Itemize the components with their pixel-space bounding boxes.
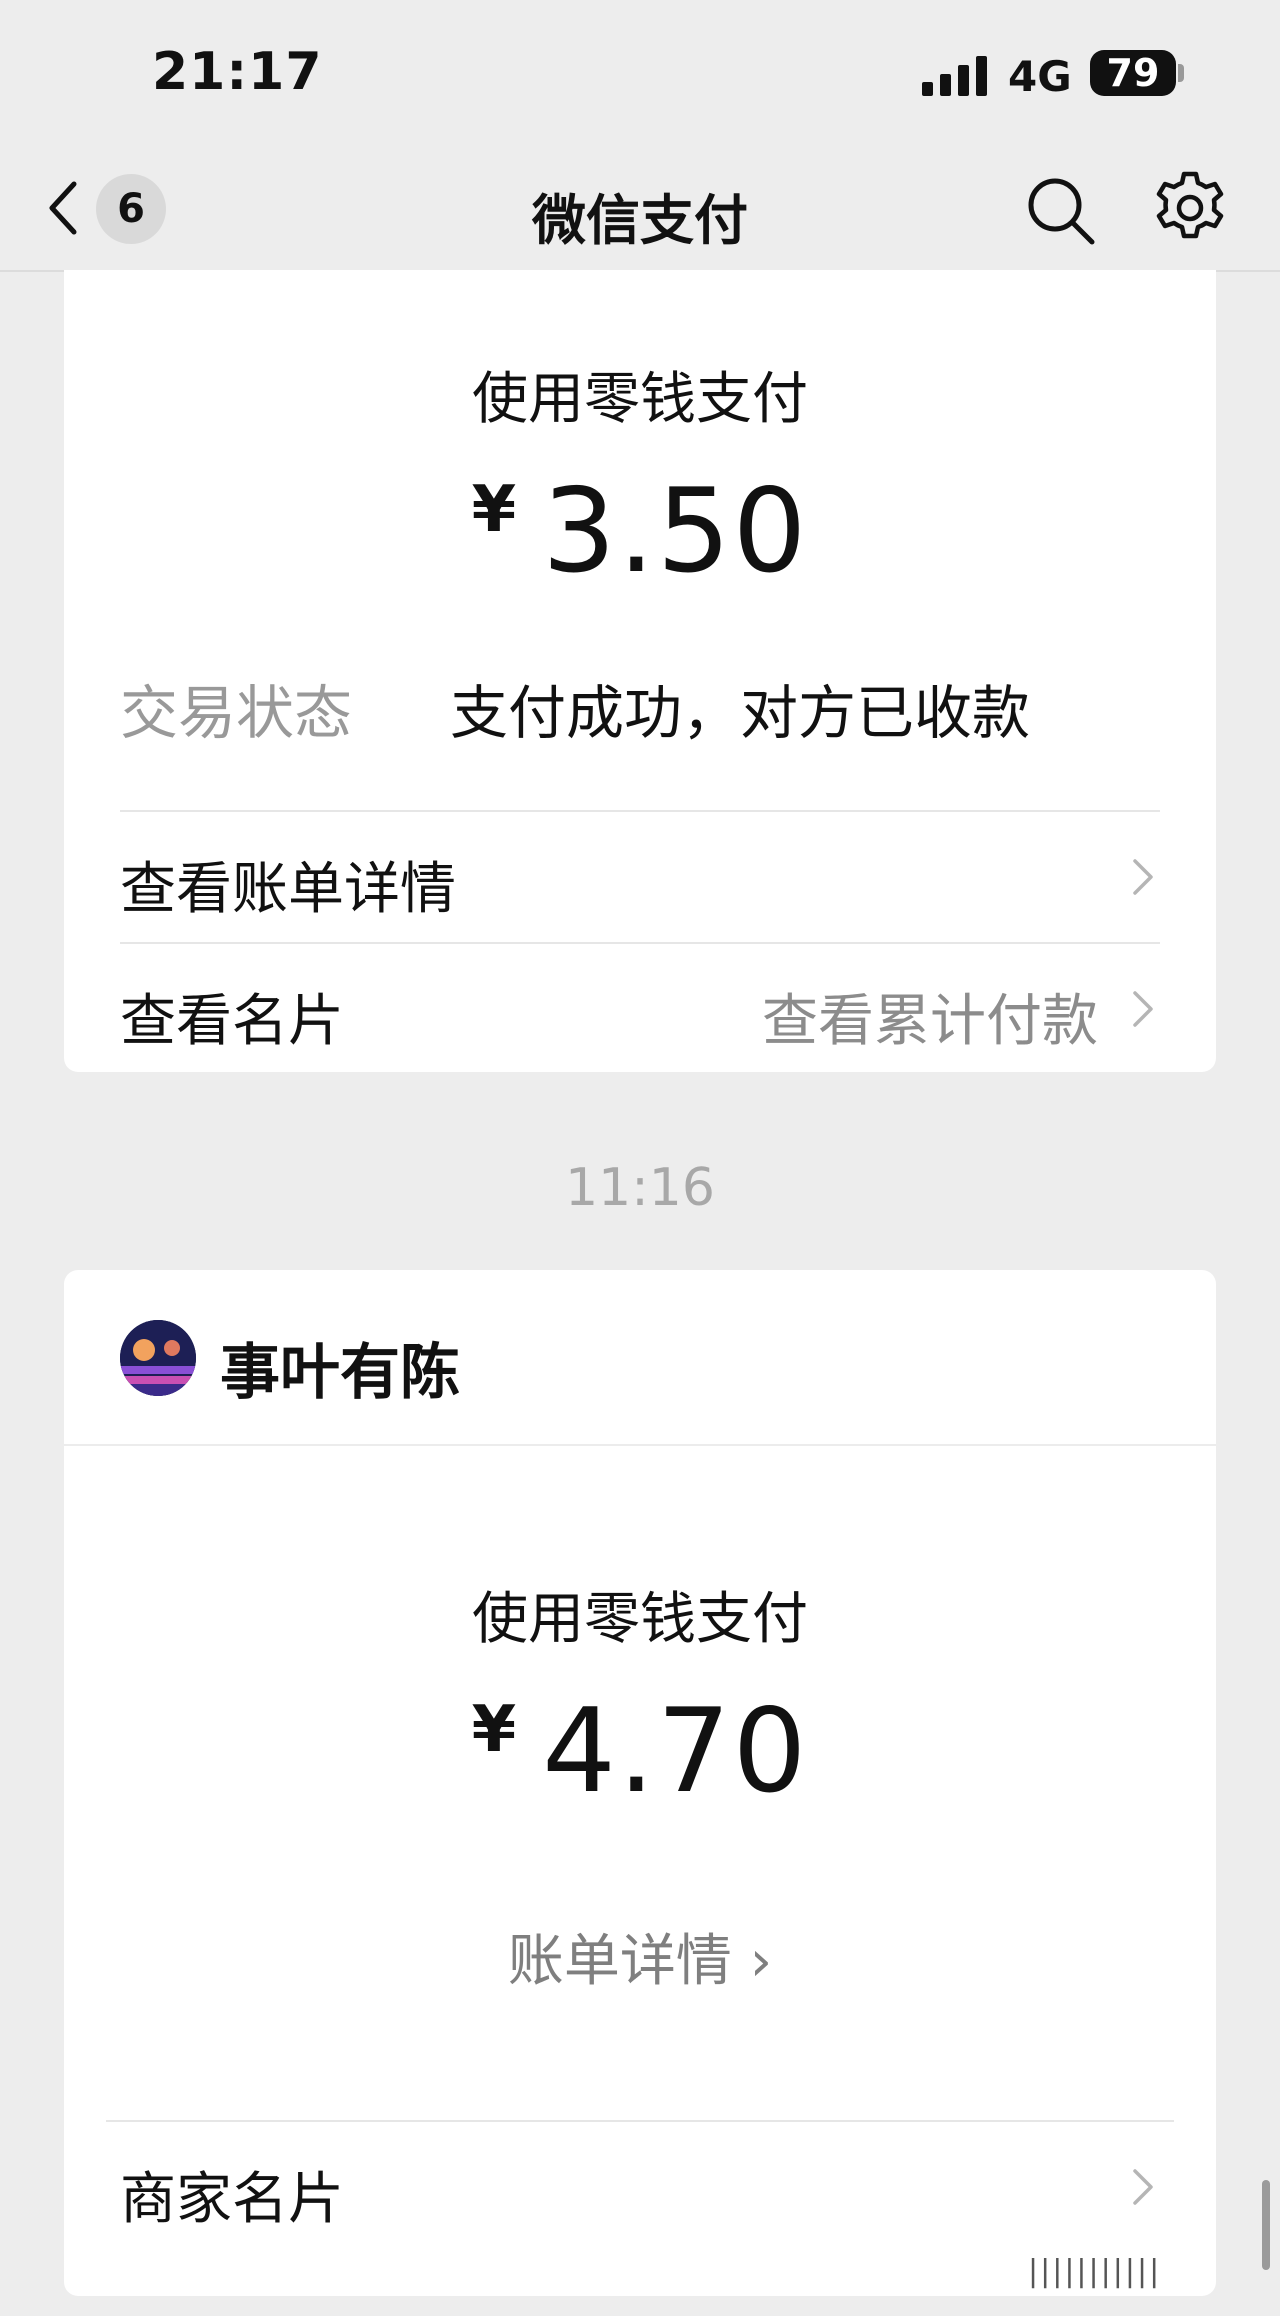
status-time: 21:17 bbox=[152, 42, 323, 102]
view-bill-detail-row[interactable]: 查看账单详情 bbox=[64, 812, 1216, 942]
battery-tip bbox=[1178, 64, 1184, 82]
network-type: 4G bbox=[1008, 52, 1072, 101]
payment-card-1: 使用零钱支付 ¥3.50 交易状态 支付成功，对方已收款 查看账单详情 查看名片… bbox=[64, 270, 1216, 1072]
currency-symbol: ¥ bbox=[471, 473, 519, 547]
message-timestamp: 11:16 bbox=[565, 1158, 715, 1218]
merchant-card-row[interactable]: 商家名片 bbox=[64, 2122, 1216, 2252]
merchant-name: 事叶有陈 bbox=[220, 1338, 460, 1408]
view-card-label: 查看名片 bbox=[120, 989, 344, 1054]
merchant-header[interactable]: 事叶有陈 bbox=[64, 1270, 1216, 1446]
watermark: ||||||||||| bbox=[1028, 2254, 1162, 2289]
payment-amount: ¥4.70 bbox=[64, 1684, 1216, 1819]
merchant-avatar bbox=[120, 1320, 196, 1396]
scrollbar[interactable] bbox=[1262, 2180, 1270, 2270]
battery-level: 79 bbox=[1106, 51, 1160, 95]
payment-amount: ¥3.50 bbox=[64, 464, 1216, 599]
status-bar: 21:17 4G 79 bbox=[0, 0, 1280, 150]
merchant-card-label: 商家名片 bbox=[120, 2167, 344, 2232]
unread-badge[interactable]: 6 bbox=[96, 174, 166, 244]
transaction-status-label: 交易状态 bbox=[120, 679, 353, 747]
view-card-row[interactable]: 查看名片 查看累计付款 bbox=[64, 944, 1216, 1074]
back-chevron-icon[interactable] bbox=[44, 178, 84, 238]
amount-value: 3.50 bbox=[542, 464, 809, 599]
transaction-status-value: 支付成功，对方已收款 bbox=[450, 679, 1031, 747]
payment-card-2: 事叶有陈 使用零钱支付 ¥4.70 账单详情 › 商家名片 bbox=[64, 1270, 1216, 2296]
payment-method-label: 使用零钱支付 bbox=[472, 1587, 808, 1652]
signal-icon bbox=[922, 56, 987, 96]
amount-value: 4.70 bbox=[542, 1684, 809, 1819]
nav-bar: 微信支付 6 bbox=[0, 150, 1280, 272]
chevron-right-icon bbox=[1133, 991, 1153, 1027]
chevron-right-icon bbox=[1133, 2169, 1153, 2205]
chevron-right-icon bbox=[1133, 859, 1153, 895]
battery-icon: 79 bbox=[1090, 50, 1176, 96]
payment-method-label: 使用零钱支付 bbox=[472, 367, 808, 432]
cumulative-payment-label[interactable]: 查看累计付款 bbox=[762, 976, 1098, 1057]
search-icon[interactable] bbox=[1022, 172, 1098, 248]
bill-detail-link[interactable]: 账单详情 › bbox=[64, 1916, 1216, 1997]
currency-symbol: ¥ bbox=[471, 1693, 519, 1767]
gear-icon[interactable] bbox=[1150, 168, 1230, 248]
view-bill-detail-label: 查看账单详情 bbox=[120, 857, 456, 922]
